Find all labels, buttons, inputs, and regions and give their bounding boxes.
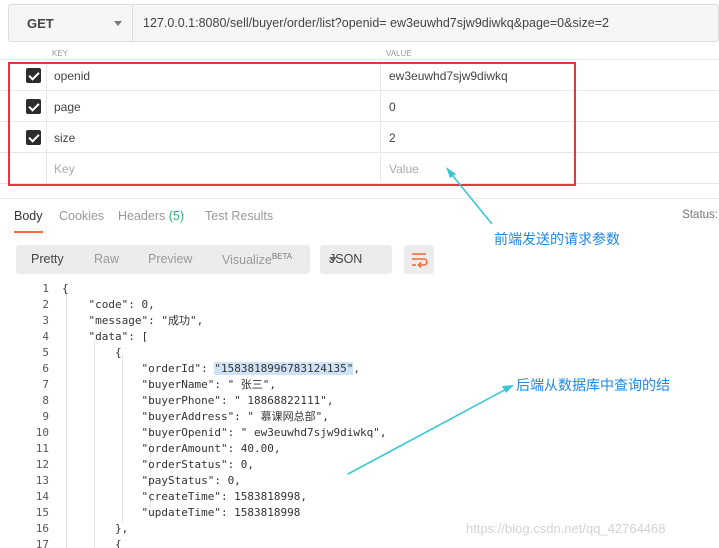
response-annotation: 后端从数据库中查询的结 bbox=[516, 378, 670, 394]
response-arrow-line bbox=[347, 385, 513, 475]
request-arrow-line bbox=[447, 169, 493, 225]
watermark: https://blog.csdn.net/qq_42764468 bbox=[466, 521, 666, 536]
response-arrow-head bbox=[502, 385, 514, 393]
request-annotation: 前端发送的请求参数 bbox=[494, 232, 620, 248]
annotation-arrows bbox=[347, 167, 514, 475]
request-arrow-head bbox=[446, 167, 456, 178]
